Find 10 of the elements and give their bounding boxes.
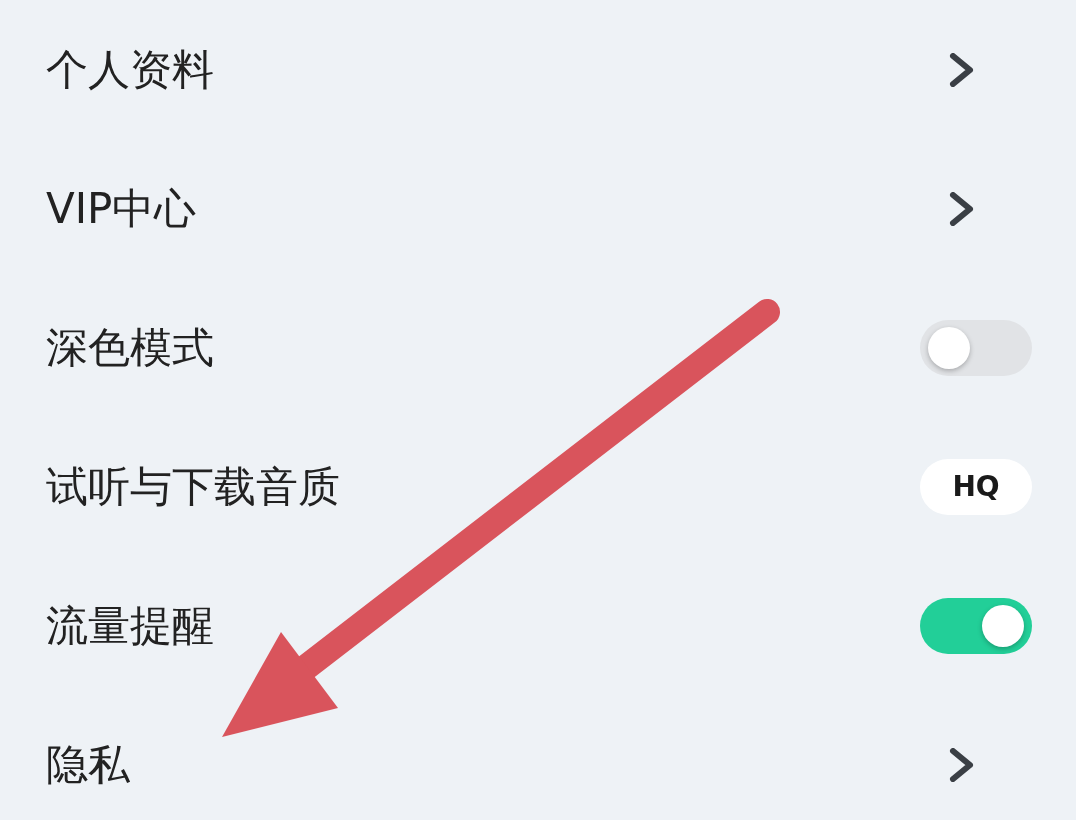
setting-label: 个人资料 — [46, 43, 214, 96]
setting-label: VIP中心 — [46, 182, 197, 235]
quality-button[interactable]: HQ — [920, 458, 1032, 515]
chevron-right-icon[interactable] — [949, 747, 975, 782]
chevron-right-icon[interactable] — [949, 52, 975, 87]
setting-label: 试听与下载音质 — [46, 460, 340, 513]
setting-label: 流量提醒 — [46, 599, 214, 652]
setting-label: 隐私 — [46, 738, 130, 791]
chevron-right-icon[interactable] — [949, 191, 975, 226]
setting-label: 深色模式 — [46, 321, 214, 374]
